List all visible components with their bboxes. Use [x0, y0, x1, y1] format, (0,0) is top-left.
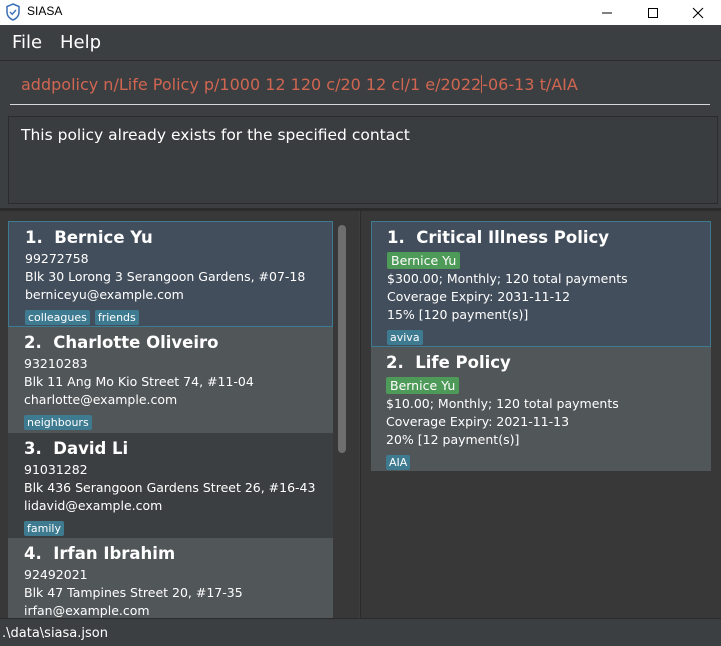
policy-payment: $300.00; Monthly; 120 total payments	[387, 271, 628, 286]
policy-card[interactable]: 2. Life Policy Bernice Yu $10.00; Monthl…	[371, 347, 711, 471]
minimize-button[interactable]	[584, 0, 630, 25]
person-email: irfan@example.com	[24, 603, 150, 618]
policy-owner-row: Bernice Yu	[386, 375, 711, 394]
person-email: lidavid@example.com	[24, 498, 163, 513]
person-email: berniceyu@example.com	[25, 287, 184, 302]
policy-owner-tag: Bernice Yu	[387, 252, 461, 269]
policy-tags: AIA	[386, 451, 711, 470]
policy-owner-tag: Bernice Yu	[386, 377, 460, 394]
person-phone: 99272758	[25, 251, 89, 266]
policy-commission: 20% [12 payment(s)]	[386, 432, 520, 447]
policy-name-row: 1. Critical Illness Policy	[387, 228, 710, 247]
person-list-panel: 1. Bernice Yu 99272758 Blk 30 Lorong 3 S…	[0, 211, 359, 618]
policy-expiry: Coverage Expiry: 2021-11-13	[386, 414, 570, 429]
menu-file[interactable]: File	[12, 32, 42, 53]
maximize-button[interactable]	[630, 0, 676, 25]
person-card[interactable]: 2. Charlotte Oliveiro 93210283 Blk 11 An…	[8, 327, 333, 433]
person-name-row: 1. Bernice Yu	[25, 228, 332, 247]
policy-owner-row: Bernice Yu	[387, 250, 710, 269]
person-tags: colleagues friends	[25, 306, 332, 325]
policy-payment: $10.00; Monthly; 120 total payments	[386, 396, 619, 411]
close-icon	[692, 7, 704, 18]
policy-list-panel: 1. Critical Illness Policy Bernice Yu $3…	[360, 211, 721, 618]
person-name: Irfan Ibrahim	[53, 544, 176, 563]
command-text-before-caret: addpolicy n/Life Policy p/1000 12 120 c/…	[21, 75, 482, 94]
person-address: Blk 30 Lorong 3 Serangoon Gardens, #07-1…	[25, 269, 306, 284]
policy-name-row: 2. Life Policy	[386, 353, 711, 372]
person-list-scrollbar[interactable]	[336, 221, 348, 618]
person-address: Blk 47 Tampines Street 20, #17-35	[24, 585, 243, 600]
menu-bar: File Help	[0, 25, 721, 60]
person-address: Blk 436 Serangoon Gardens Street 26, #16…	[24, 480, 316, 495]
person-index: 2.	[24, 333, 42, 352]
person-phone: 93210283	[24, 356, 88, 371]
data-file-path: .\data\siasa.json	[2, 626, 108, 641]
policy-expiry: Coverage Expiry: 2031-11-12	[387, 289, 571, 304]
tag: family	[24, 521, 64, 536]
person-card[interactable]: 1. Bernice Yu 99272758 Blk 30 Lorong 3 S…	[8, 221, 333, 327]
minimize-icon	[602, 12, 612, 13]
policy-commission: 15% [120 payment(s)]	[387, 307, 529, 322]
person-name: Bernice Yu	[54, 228, 153, 247]
person-email: charlotte@example.com	[24, 392, 178, 407]
person-name-row: 2. Charlotte Oliveiro	[24, 333, 333, 352]
policy-index: 2.	[386, 353, 404, 372]
command-input[interactable]: addpolicy n/Life Policy p/1000 12 120 c/…	[10, 67, 710, 105]
tag: aviva	[387, 330, 423, 345]
person-index: 4.	[24, 544, 42, 563]
tag: colleagues	[25, 310, 90, 325]
result-message: This policy already exists for the speci…	[21, 126, 410, 144]
result-display[interactable]: This policy already exists for the speci…	[8, 116, 718, 204]
status-bar: .\data\siasa.json	[0, 618, 721, 646]
close-button[interactable]	[675, 0, 721, 25]
window-title: SIASA	[27, 4, 63, 18]
command-text-after-caret: -06-13 t/AIA	[482, 75, 578, 94]
tag: neighbours	[24, 415, 92, 430]
person-phone: 92492021	[24, 567, 88, 582]
person-name: David Li	[53, 439, 129, 458]
person-name-row: 4. Irfan Ibrahim	[24, 544, 333, 563]
person-phone: 91031282	[24, 462, 88, 477]
policy-name: Critical Illness Policy	[416, 228, 610, 247]
policy-tags: aviva	[387, 326, 710, 345]
person-index: 1.	[25, 228, 43, 247]
shield-icon	[6, 3, 20, 21]
title-bar: SIASA	[0, 0, 721, 25]
person-index: 3.	[24, 439, 42, 458]
policy-name: Life Policy	[415, 353, 511, 372]
tag: friends	[94, 310, 139, 325]
command-box: addpolicy n/Life Policy p/1000 12 120 c/…	[0, 60, 721, 110]
person-name-row: 3. David Li	[24, 439, 333, 458]
policy-index: 1.	[387, 228, 405, 247]
maximize-icon	[648, 7, 658, 18]
tag: AIA	[386, 455, 411, 470]
result-display-container: This policy already exists for the speci…	[0, 110, 721, 210]
person-card[interactable]: 4. Irfan Ibrahim 92492021 Blk 47 Tampine…	[8, 538, 333, 618]
menu-help[interactable]: Help	[60, 32, 101, 53]
scroll-thumb[interactable]	[338, 225, 346, 453]
person-tags: family	[24, 517, 333, 536]
person-name: Charlotte Oliveiro	[53, 333, 219, 352]
person-list[interactable]: 1. Bernice Yu 99272758 Blk 30 Lorong 3 S…	[8, 221, 333, 618]
person-address: Blk 11 Ang Mo Kio Street 74, #11-04	[24, 374, 254, 389]
person-tags: neighbours	[24, 411, 333, 430]
person-card[interactable]: 3. David Li 91031282 Blk 436 Serangoon G…	[8, 433, 333, 538]
policy-card[interactable]: 1. Critical Illness Policy Bernice Yu $3…	[371, 221, 711, 347]
